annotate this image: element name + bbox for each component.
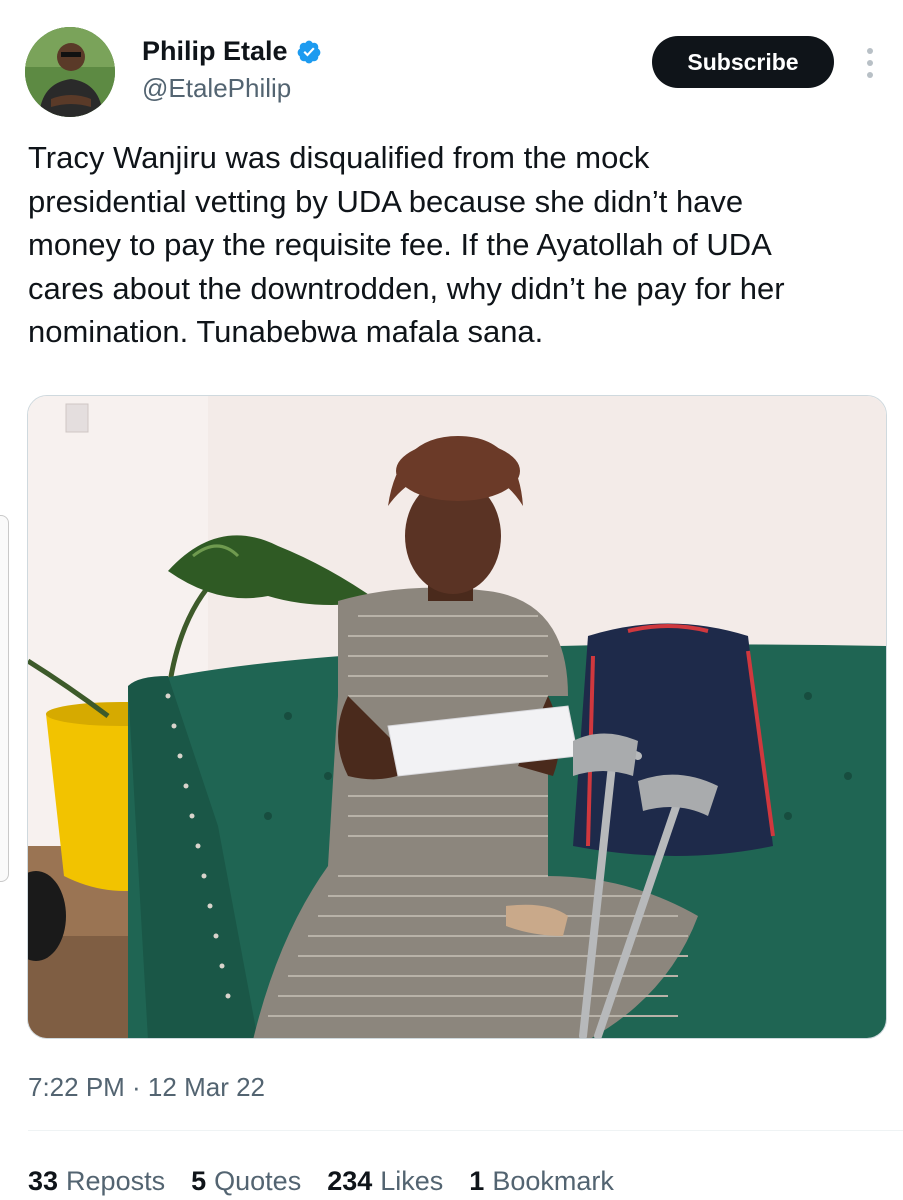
tweet-stats: 33 Reposts 5 Quotes 234 Likes 1 Bookmark	[28, 1166, 614, 1197]
verified-badge-icon	[296, 39, 322, 65]
tweet-header: Philip Etale @EtalePhilip Subscribe	[0, 0, 903, 120]
author-avatar[interactable]	[25, 27, 115, 117]
stat-bookmarks-label: Bookmark	[492, 1166, 614, 1196]
author-name-row: Philip Etale	[142, 36, 322, 67]
photo-woman-reading-on-sofa	[28, 396, 886, 1038]
stats-divider	[28, 1130, 903, 1131]
tweet-photo[interactable]	[27, 395, 887, 1039]
stat-bookmarks[interactable]: 1 Bookmark	[469, 1166, 614, 1197]
side-scroll-handle	[0, 515, 9, 882]
stat-reposts-label: Reposts	[66, 1166, 166, 1196]
subscribe-button[interactable]: Subscribe	[652, 36, 834, 88]
author-handle[interactable]: @EtalePhilip	[142, 73, 291, 104]
avatar-photo	[25, 27, 115, 117]
stat-likes[interactable]: 234 Likes	[327, 1166, 443, 1197]
stat-quotes[interactable]: 5 Quotes	[191, 1166, 301, 1197]
tweet-text: Tracy Wanjiru was disqualified from the …	[28, 140, 785, 349]
stat-likes-count: 234	[327, 1166, 373, 1196]
stat-bookmarks-count: 1	[469, 1166, 485, 1196]
stat-reposts-count: 33	[28, 1166, 59, 1196]
more-vertical-icon[interactable]	[858, 45, 882, 81]
author-name[interactable]: Philip Etale	[142, 36, 288, 67]
stat-quotes-count: 5	[191, 1166, 207, 1196]
tweet-timestamp[interactable]: 7:22 PM · 12 Mar 22	[28, 1072, 265, 1103]
stat-quotes-label: Quotes	[214, 1166, 302, 1196]
stat-likes-label: Likes	[380, 1166, 444, 1196]
stat-reposts[interactable]: 33 Reposts	[28, 1166, 165, 1197]
